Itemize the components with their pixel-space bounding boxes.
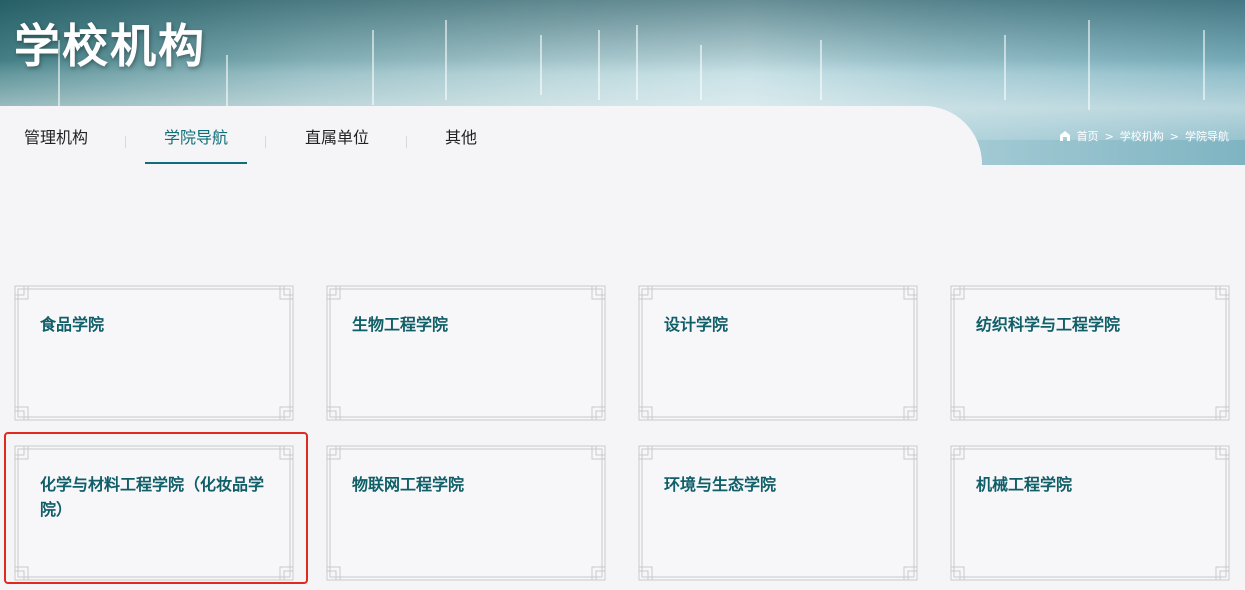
breadcrumb: 首页 > 学校机构 > 学院导航 <box>1059 128 1229 144</box>
college-name: 机械工程学院 <box>976 475 1073 494</box>
banner-decoration <box>1203 30 1205 100</box>
banner-decoration <box>636 25 638 100</box>
card-frame <box>638 285 918 421</box>
tab-colleges[interactable]: 学院导航 <box>145 106 247 165</box>
card-frame <box>14 285 294 421</box>
college-name: 生物工程学院 <box>352 315 449 334</box>
home-icon <box>1059 131 1070 141</box>
card-frame <box>950 445 1230 581</box>
banner-decoration <box>372 30 374 105</box>
college-card[interactable]: 生物工程学院 <box>326 285 606 421</box>
breadcrumb-separator: > <box>1104 129 1114 143</box>
tab-divider <box>125 136 126 148</box>
breadcrumb-current[interactable]: 学院导航 <box>1185 128 1229 144</box>
tab-management[interactable]: 管理机构 <box>24 106 88 165</box>
banner-decoration <box>540 35 542 95</box>
breadcrumb-institutions[interactable]: 学校机构 <box>1120 128 1164 144</box>
card-frame <box>950 285 1230 421</box>
college-name: 纺织科学与工程学院 <box>976 315 1121 334</box>
college-card[interactable]: 化学与材料工程学院（化妆品学院） <box>14 445 294 581</box>
college-name: 环境与生态学院 <box>664 475 777 494</box>
college-card[interactable]: 环境与生态学院 <box>638 445 918 581</box>
college-card[interactable]: 物联网工程学院 <box>326 445 606 581</box>
banner-decoration <box>598 30 600 100</box>
tab-bar: 管理机构 学院导航 直属单位 其他 <box>0 106 982 165</box>
college-card[interactable]: 机械工程学院 <box>950 445 1230 581</box>
card-frame <box>326 285 606 421</box>
banner-decoration <box>1004 35 1006 100</box>
page-title: 学校机构 <box>14 19 206 73</box>
college-name: 物联网工程学院 <box>352 475 465 494</box>
banner-decoration <box>226 55 228 110</box>
tab-divider <box>406 136 407 148</box>
card-frame <box>638 445 918 581</box>
college-name: 化学与材料工程学院（化妆品学院） <box>40 475 265 519</box>
banner-decoration <box>1088 20 1090 110</box>
college-name: 设计学院 <box>664 315 729 334</box>
college-card[interactable]: 纺织科学与工程学院 <box>950 285 1230 421</box>
college-name: 食品学院 <box>40 315 105 334</box>
tab-divider <box>265 136 266 148</box>
banner-decoration <box>445 20 447 100</box>
college-card[interactable]: 食品学院 <box>14 285 294 421</box>
tab-direct-units[interactable]: 直属单位 <box>305 106 369 165</box>
banner-decoration <box>700 45 702 100</box>
breadcrumb-home[interactable]: 首页 <box>1077 128 1099 144</box>
college-card[interactable]: 设计学院 <box>638 285 918 421</box>
banner-decoration <box>820 40 822 100</box>
breadcrumb-separator: > <box>1169 129 1179 143</box>
card-frame <box>326 445 606 581</box>
tab-other[interactable]: 其他 <box>445 106 477 165</box>
